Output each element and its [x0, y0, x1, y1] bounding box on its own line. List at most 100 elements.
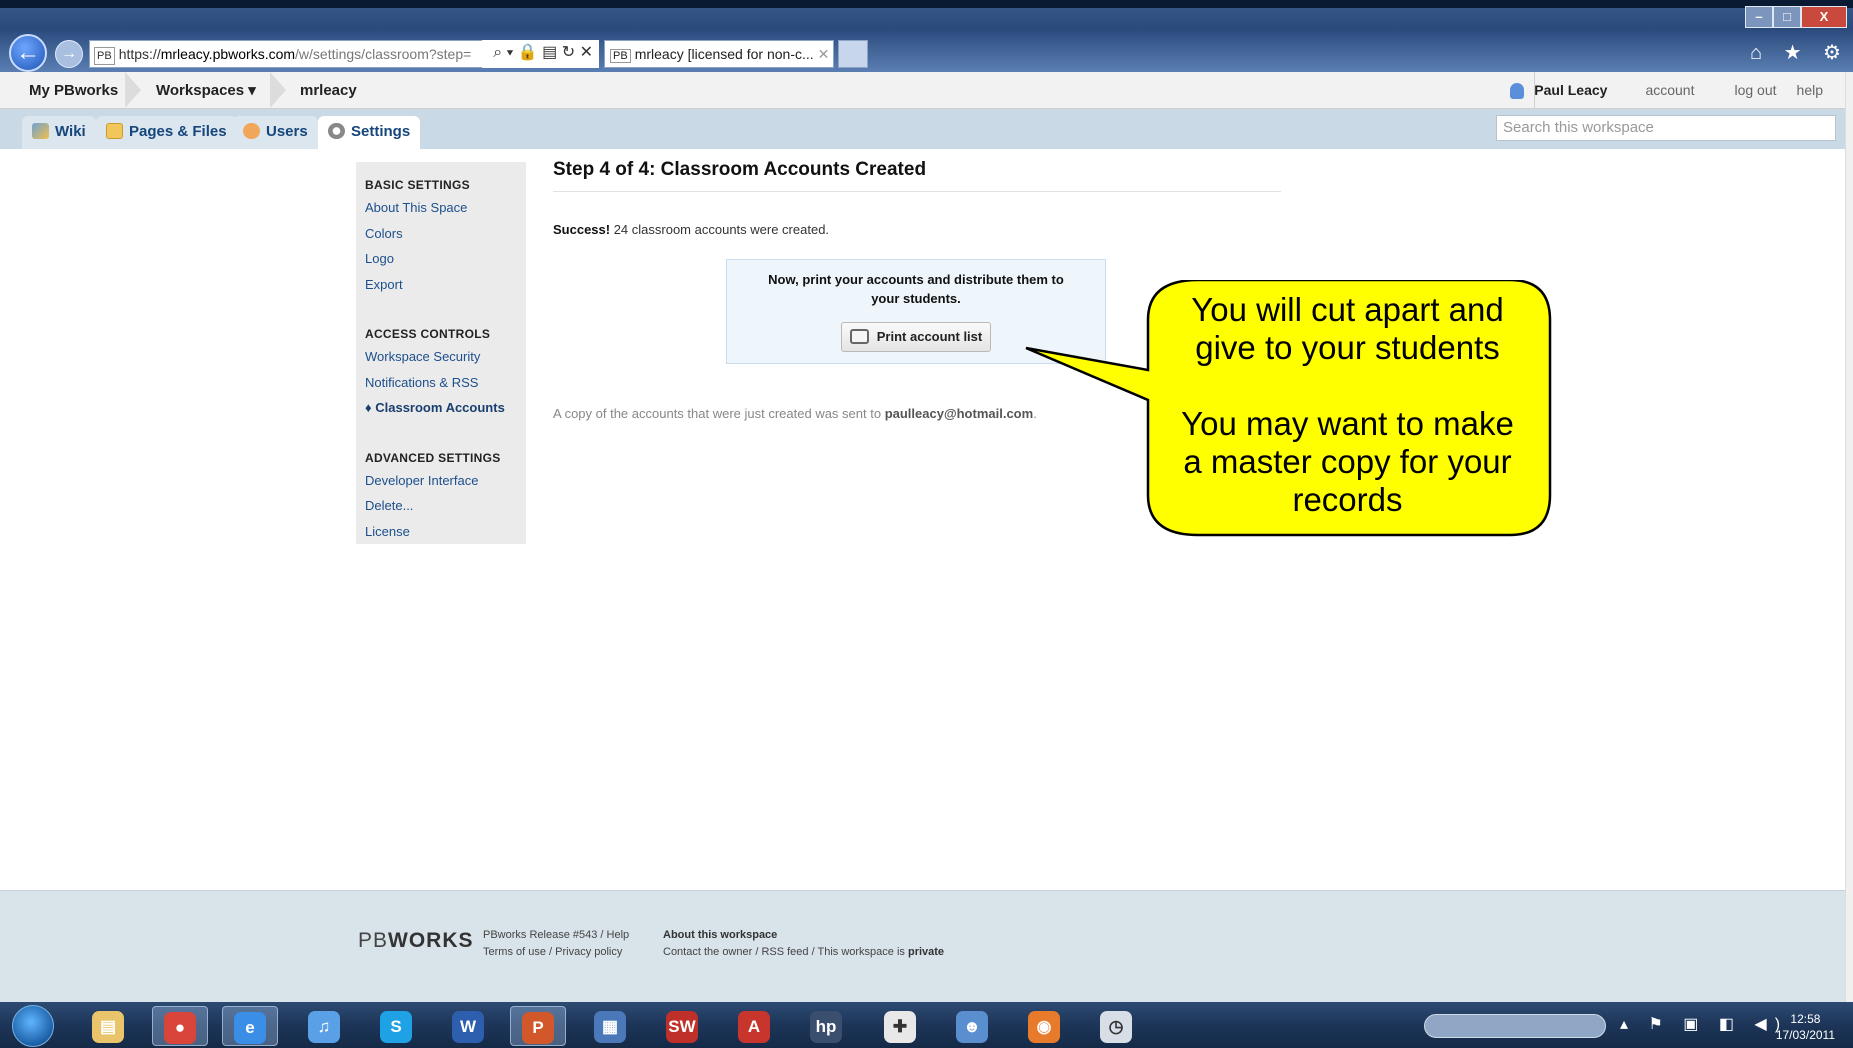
system-tray[interactable]: ▴ ⚑ ▣ ◧ ◀): [1620, 1014, 1788, 1034]
skype-icon: S: [380, 1011, 412, 1044]
privacy-status: private: [907, 946, 945, 958]
taskbar-app-people[interactable]: ☻: [944, 1006, 1000, 1046]
taskbar-app-clock-app[interactable]: ◷: [1088, 1006, 1144, 1046]
window-controls: – □ X: [1745, 6, 1847, 28]
tab-label: Pages & Files: [129, 123, 227, 140]
people-icon: ☻: [956, 1011, 988, 1044]
tab-users[interactable]: Users: [233, 116, 318, 149]
copy-note: A copy of the accounts that were just cr…: [553, 406, 1037, 421]
callout-text: You will cut apart and give to your stud…: [1150, 291, 1545, 519]
taskbar-app-firefox[interactable]: ◉: [1016, 1006, 1072, 1046]
word-icon: W: [452, 1011, 484, 1044]
footer-workspace-info: About this workspace Contact the owner /…: [663, 927, 944, 961]
start-button[interactable]: [12, 1005, 54, 1047]
taskbar-app-skype[interactable]: S: [368, 1006, 424, 1046]
sidebar-item-export[interactable]: Export: [365, 272, 526, 298]
tab-close-icon[interactable]: ✕: [818, 46, 830, 62]
sidebar-item-security[interactable]: Workspace Security: [365, 344, 526, 370]
tab-pages-files[interactable]: Pages & Files: [96, 116, 237, 149]
privacy-link[interactable]: / Privacy policy: [546, 946, 622, 958]
autocad-icon: A: [738, 1011, 770, 1044]
browser-chrome: ← → PB https://mrleacy.pbworks.com/w/sett…: [0, 0, 1853, 72]
workspace-name[interactable]: mrleacy: [300, 72, 357, 109]
sidebar-item-logo[interactable]: Logo: [365, 246, 526, 272]
taskbar-app-ie[interactable]: e: [222, 1006, 278, 1046]
pdf-icon: ✚: [884, 1011, 916, 1044]
user-name[interactable]: Paul Leacy: [1534, 82, 1607, 98]
callout-line: give to your students: [1195, 329, 1500, 366]
print-button-label: Print account list: [876, 329, 983, 344]
success-message: Success! 24 classroom accounts were crea…: [553, 222, 829, 237]
callout-line: records: [1292, 481, 1403, 518]
divider: [553, 191, 1281, 192]
clock-app-icon: ◷: [1100, 1011, 1132, 1044]
basic-settings-heading: BASIC SETTINGS: [365, 178, 470, 192]
browser-tab[interactable]: PB mrleacy [licensed for non-c... ✕: [604, 40, 834, 68]
sidebar-item-delete[interactable]: Delete...: [365, 493, 526, 519]
workspaces-dropdown[interactable]: Workspaces ▾: [156, 72, 256, 109]
page-title: Step 4 of 4: Classroom Accounts Created: [553, 159, 927, 180]
tab-label: Wiki: [55, 123, 86, 140]
release-link[interactable]: PBworks Release #543: [483, 929, 597, 941]
help-link[interactable]: / Help: [597, 929, 629, 941]
powerpoint-icon: P: [522, 1012, 554, 1045]
footer: PBWORKS PBworks Release #543 / Help Term…: [0, 890, 1845, 1002]
search-input[interactable]: Search this workspace: [1496, 115, 1836, 141]
taskbar-app-unknown-app[interactable]: ▦: [582, 1006, 638, 1046]
taskbar-app-autocad[interactable]: A: [726, 1006, 782, 1046]
taskbar-app-solidworks[interactable]: SW: [654, 1006, 710, 1046]
help-link[interactable]: help: [1797, 82, 1823, 98]
account-link[interactable]: account: [1645, 82, 1694, 98]
taskbar-app-word[interactable]: W: [440, 1006, 496, 1046]
taskbar-app-chrome[interactable]: ●: [152, 1006, 208, 1046]
sidebar-item-colors[interactable]: Colors: [365, 221, 526, 247]
success-label: Success!: [553, 222, 611, 237]
sidebar-item-license[interactable]: License: [365, 519, 526, 545]
favicon-icon: PB: [94, 47, 115, 65]
url-path: /w/settings/classroom?step=: [295, 46, 472, 62]
my-pbworks-link[interactable]: My PBworks: [29, 72, 118, 109]
sidebar-item-developer[interactable]: Developer Interface: [365, 468, 526, 494]
tab-wiki[interactable]: Wiki: [22, 116, 96, 149]
breadcrumb-separator: [270, 72, 286, 108]
sidebar-item-about[interactable]: About This Space: [365, 195, 526, 221]
sidebar-item-notifications[interactable]: Notifications & RSS: [365, 370, 526, 396]
logout-link[interactable]: log out: [1734, 82, 1776, 98]
logo-pb: PB: [358, 929, 389, 952]
close-window-button[interactable]: X: [1801, 6, 1847, 28]
taskbar-app-explorer[interactable]: ▤: [80, 1006, 136, 1046]
chrome-icon: ●: [164, 1012, 196, 1045]
copy-note-email: paulleacy@hotmail.com: [884, 406, 1034, 421]
clock[interactable]: 12:58 17/03/2011: [1776, 1011, 1835, 1043]
folder-icon: [106, 123, 123, 139]
clock-date: 17/03/2011: [1775, 1028, 1835, 1042]
tab-settings[interactable]: Settings: [318, 116, 421, 149]
taskbar-app-itunes[interactable]: ♫: [296, 1006, 352, 1046]
tab-favicon-icon: PB: [610, 49, 631, 63]
tab-label: Settings: [351, 123, 411, 140]
print-account-list-button[interactable]: Print account list: [840, 322, 992, 352]
logo-works: WORKS: [388, 929, 474, 952]
breadcrumb-separator: [125, 72, 141, 108]
taskbar-app-powerpoint[interactable]: P: [510, 1006, 566, 1046]
about-workspace-heading: About this workspace: [663, 929, 778, 941]
sidebar-item-classroom-accounts[interactable]: ♦ Classroom Accounts: [365, 395, 526, 421]
media-controls[interactable]: [1424, 1014, 1606, 1038]
minimize-button[interactable]: –: [1745, 6, 1773, 28]
home-favorites-tools-icons[interactable]: ⌂ ★ ⚙: [1750, 40, 1849, 65]
address-bar-icons[interactable]: ⌕ ▾ 🔒 ▤ ↻ ✕: [482, 40, 599, 68]
back-button[interactable]: ←: [9, 34, 47, 72]
printer-icon: [849, 329, 869, 344]
new-tab-button[interactable]: [838, 40, 868, 68]
maximize-button[interactable]: □: [1773, 6, 1801, 28]
ie-icon: e: [234, 1012, 266, 1045]
pbworks-logo: PBWORKS: [358, 929, 474, 953]
forward-button[interactable]: →: [55, 40, 83, 68]
terms-link[interactable]: Terms of use: [483, 946, 546, 958]
taskbar-app-hp[interactable]: hp: [798, 1006, 854, 1046]
taskbar-app-pdf[interactable]: ✚: [872, 1006, 928, 1046]
contact-links[interactable]: Contact the owner / RSS feed / This work…: [663, 946, 908, 958]
vertical-scrollbar[interactable]: [1845, 72, 1853, 1002]
